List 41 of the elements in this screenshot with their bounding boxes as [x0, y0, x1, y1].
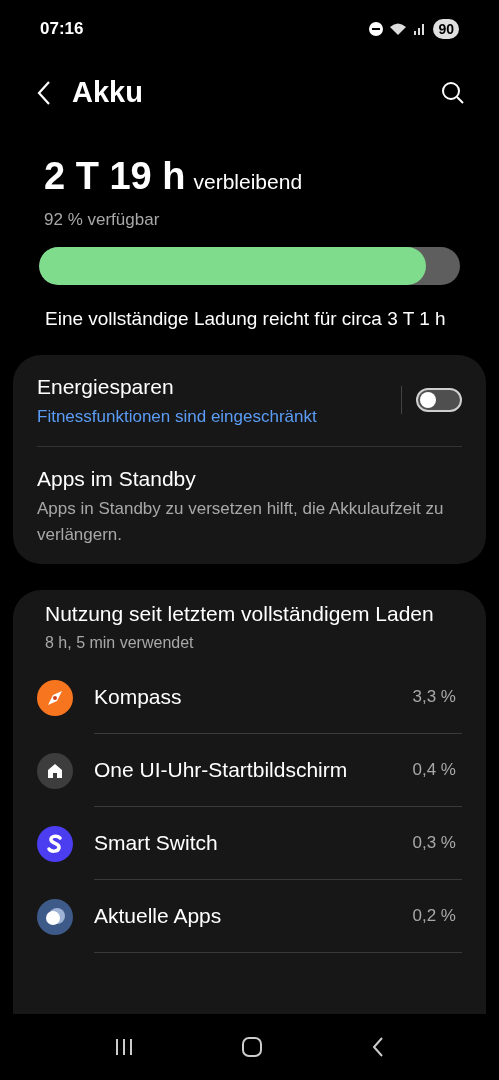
full-charge-note: Eine vollständige Ladung reicht für circa 3 T 1 h [44, 306, 447, 331]
do-not-disturb-icon [369, 21, 384, 36]
app-name: Aktuelle Apps [94, 903, 222, 930]
home-icon [37, 752, 73, 789]
back-nav-icon[interactable] [371, 1036, 386, 1058]
toggle-switch[interactable] [416, 388, 462, 412]
letter-s-icon [37, 825, 73, 862]
usage-subtitle: 8 h, 5 min verwendet [44, 633, 195, 653]
setting-subtitle: Fitnessfunktionen sind eingeschränkt [37, 406, 317, 428]
remaining-label: verbleibend [193, 169, 303, 195]
battery-level: 90 [433, 18, 459, 39]
setting-title: Apps im Standby [37, 465, 197, 492]
app-usage-row[interactable]: Aktuelle Apps 0,2 % [37, 880, 462, 953]
wifi-icon [389, 21, 408, 36]
app-name: Kompass [94, 684, 182, 711]
back-button[interactable] [36, 79, 52, 106]
app-usage-share: 0,4 % [412, 759, 457, 782]
setting-row[interactable]: Energiesparen Fitnessfunktionen sind eingeschränkt [37, 370, 462, 430]
app-usage-row[interactable]: Smart Switch 0,3 % [37, 807, 462, 880]
page-title: Akku [72, 74, 143, 110]
back-icon [36, 79, 52, 106]
app-name: One UI-Uhr-Startbildschirm [94, 757, 348, 784]
app-name: Smart Switch [94, 830, 218, 857]
app-usage-row[interactable]: One UI-Uhr-Startbildschirm 0,4 % [37, 734, 462, 807]
compass-icon [37, 679, 73, 716]
home-button-icon[interactable] [241, 1036, 264, 1058]
setting-row[interactable]: Apps im Standby Apps in Standby zu versetzen hilft, die Akkulaufzeit zu verlängern. [37, 462, 462, 548]
usage-title: Nutzung seit letztem vollständigem Laden [44, 601, 435, 627]
setting-subtitle: Apps in Standby zu versetzen hilft, die Akkulaufzeit zu verlängern. [37, 498, 445, 546]
app-usage-row[interactable]: Kompass 3,3 % [37, 661, 462, 734]
app-usage-share: 0,2 % [412, 905, 457, 928]
recents-icon[interactable] [113, 1037, 134, 1057]
overlapping-circles-icon [37, 898, 73, 935]
app-usage-share: 3,3 % [412, 686, 457, 709]
search-icon [441, 80, 465, 105]
status-time: 07:16 [40, 17, 84, 40]
setting-title: Energiesparen [37, 373, 175, 400]
available-percentage: 92 % verfügbar [44, 209, 161, 231]
search-button[interactable] [441, 80, 465, 105]
app-usage-share: 0,3 % [412, 832, 457, 855]
remaining-time: 2 T 19 h [44, 154, 186, 199]
